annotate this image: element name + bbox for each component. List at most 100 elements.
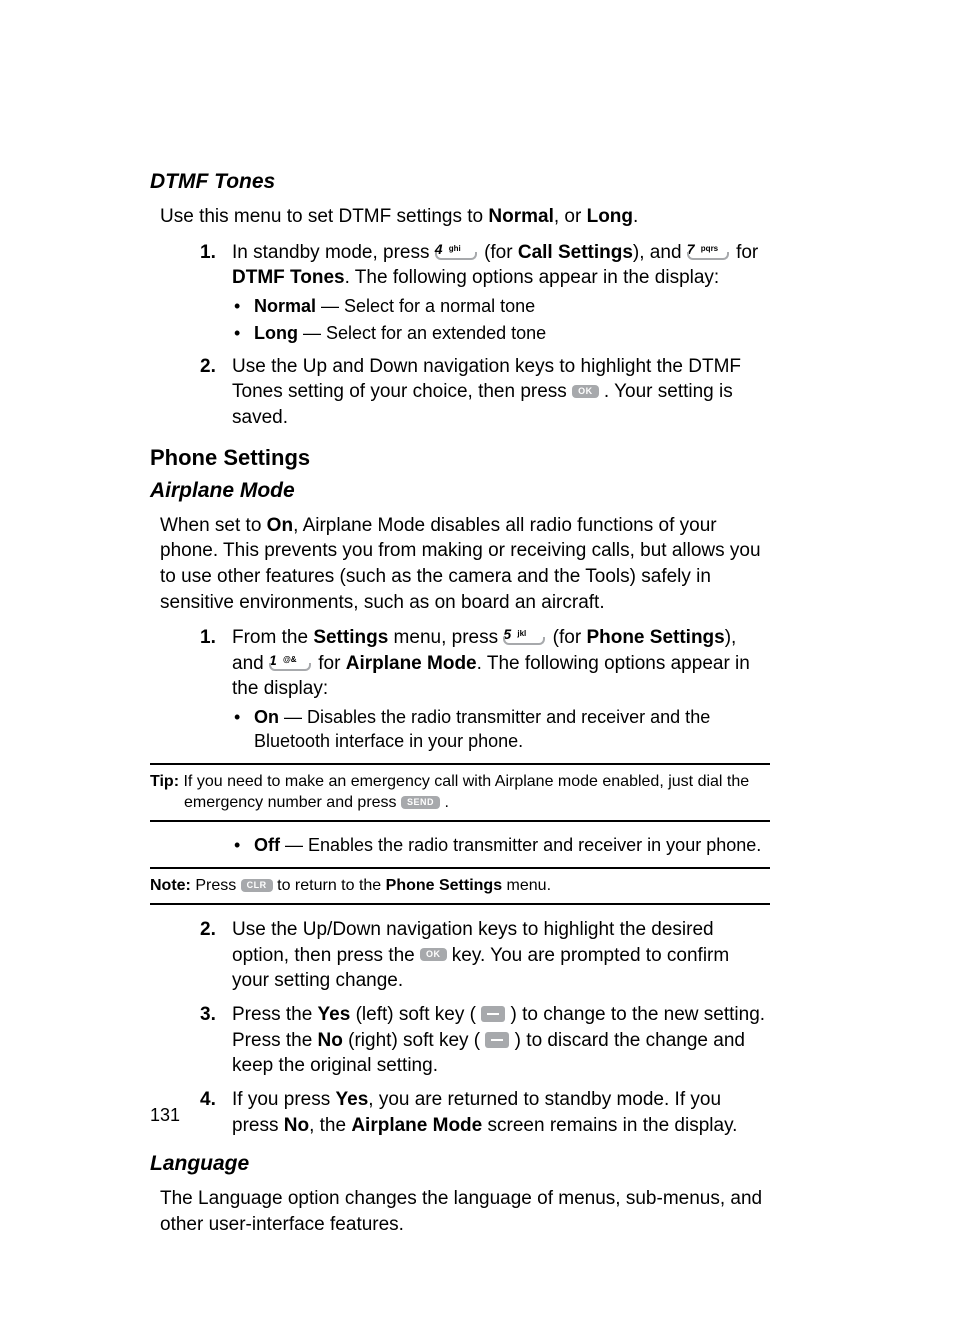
key-letters: jkl [517,629,526,640]
list-item: Normal — Select for a normal tone [232,295,770,318]
note-box: Note: Press CLR to return to the Phone S… [150,867,770,905]
key-digit: 5 [503,625,511,644]
text-bold: Long [587,206,633,227]
key-letters: pqrs [701,244,718,255]
text-bold: Call Settings [518,242,633,263]
dtmf-options: Normal — Select for a normal tone Long —… [232,295,770,346]
text: When set to [160,515,267,536]
text: screen remains in the display. [482,1115,737,1136]
text-bold: No [284,1115,309,1136]
text: Press the [232,1004,318,1025]
text: menu, press [388,627,503,648]
step-item: 1. In standby mode, press 4ghi (for Call… [150,240,770,346]
text-bold: Airplane Mode [346,653,477,674]
key-7-icon: 7pqrs [687,244,731,260]
text-bold: On [267,515,293,536]
step-item: Off — Enables the radio transmitter and … [150,834,770,857]
text-bold: Off [254,835,280,855]
text: If you need to make an emergency call wi… [183,773,749,812]
text: Use this menu to set DTMF settings to [160,206,488,227]
right-softkey-icon [485,1032,509,1048]
list-item: Off — Enables the radio transmitter and … [232,834,770,857]
text: . The following options appear in the di… [345,267,720,288]
key-letters: @& [283,655,297,666]
step-item: 3. Press the Yes (left) soft key ( ) to … [150,1002,770,1079]
step-number: 1. [200,240,216,266]
left-softkey-icon [481,1006,505,1022]
text: (for [484,242,518,263]
tip-label: Tip: [150,773,183,790]
step-item: 2. Use the Up/Down navigation keys to hi… [150,917,770,994]
page-content: DTMF Tones Use this menu to set DTMF set… [150,170,770,1247]
heading-phone-settings: Phone Settings [150,445,770,471]
step-number: 1. [200,625,216,651]
dtmf-intro: Use this menu to set DTMF settings to No… [150,204,770,230]
text: for [736,242,758,263]
text-bold: DTMF Tones [232,267,345,288]
language-intro: The Language option changes the language… [150,1186,770,1237]
clr-key-icon: CLR [241,879,273,892]
text: , or [554,206,587,227]
text: (right) soft key ( [343,1030,486,1051]
text: (left) soft key ( [350,1004,481,1025]
text: — Select for an extended tone [298,323,546,343]
text-bold: Yes [336,1089,369,1110]
text: . [633,206,638,227]
text: From the [232,627,313,648]
text: Press [195,877,240,894]
text: — Disables the radio transmitter and rec… [254,707,710,750]
text-bold: Settings [313,627,388,648]
send-key-icon: SEND [401,796,440,809]
step-number: 3. [200,1002,216,1028]
text-bold: Long [254,323,298,343]
step-item: 1. From the Settings menu, press 5jkl (f… [150,625,770,753]
text-bold: Yes [318,1004,351,1025]
text: If you press [232,1089,336,1110]
key-digit: 1 [269,651,277,670]
note-label: Note: [150,877,195,894]
text-bold: Normal [254,296,316,316]
ok-key-icon: OK [572,385,599,398]
key-5-icon: 5jkl [503,629,547,645]
tip-box: Tip: If you need to make an emergency ca… [150,763,770,822]
airplane-options-on: On — Disables the radio transmitter and … [232,706,770,753]
heading-airplane-mode: Airplane Mode [150,479,770,503]
key-4-icon: 4ghi [435,244,479,260]
ok-key-icon: OK [420,948,447,961]
key-letters: ghi [449,244,461,255]
step-number: 2. [200,354,216,380]
text-bold: Normal [488,206,553,227]
heading-dtmf-tones: DTMF Tones [150,170,770,194]
text-bold: Phone Settings [386,877,502,894]
dtmf-steps: 1. In standby mode, press 4ghi (for Call… [150,240,770,431]
key-digit: 7 [687,240,695,259]
text: — Enables the radio transmitter and rece… [280,835,761,855]
step-number: 4. [200,1087,216,1113]
list-item: Long — Select for an extended tone [232,322,770,345]
text: . [444,794,448,811]
text-bold: No [318,1030,343,1051]
text: menu. [502,877,551,894]
text-bold: Phone Settings [586,627,724,648]
text: — Select for a normal tone [316,296,535,316]
key-digit: 4 [435,240,443,259]
text: ), and [633,242,687,263]
text: for [318,653,345,674]
airplane-intro: When set to On, Airplane Mode disables a… [150,513,770,616]
text: , the [309,1115,351,1136]
page-number: 131 [150,1105,180,1126]
text-bold: Airplane Mode [351,1115,482,1136]
list-item: On — Disables the radio transmitter and … [232,706,770,753]
step-item: 4. If you press Yes, you are returned to… [150,1087,770,1138]
key-1-icon: 1@& [269,655,313,671]
step-item: 2. Use the Up and Down navigation keys t… [150,354,770,431]
text-bold: On [254,707,279,727]
airplane-off-wrapper: Off — Enables the radio transmitter and … [150,834,770,857]
step-number: 2. [200,917,216,943]
airplane-options-off: Off — Enables the radio transmitter and … [232,834,770,857]
text: (for [553,627,587,648]
text: to return to the [277,877,386,894]
text: In standby mode, press [232,242,435,263]
airplane-steps-1: 1. From the Settings menu, press 5jkl (f… [150,625,770,753]
heading-language: Language [150,1152,770,1176]
